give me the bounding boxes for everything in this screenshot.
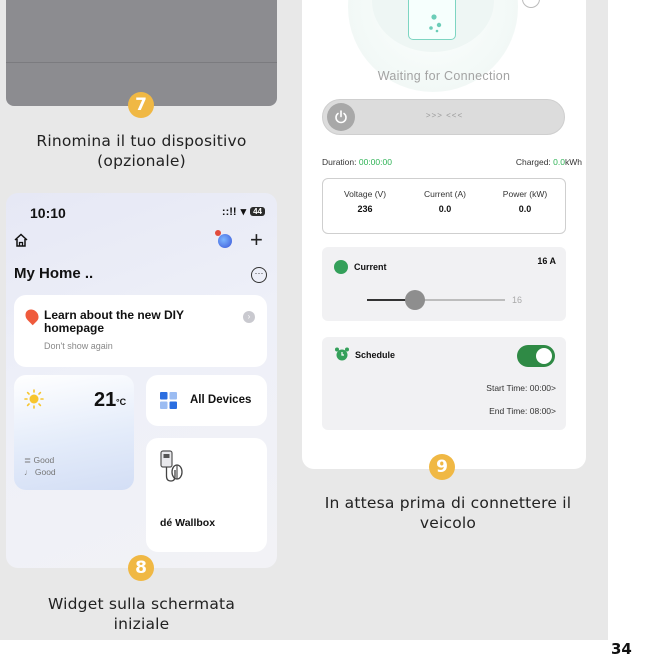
step-9-badge: 9: [429, 454, 455, 480]
battery-icon: 44: [250, 207, 265, 216]
step-8-caption: Widget sulla schermata iniziale: [47, 595, 236, 633]
step-7-badge: 7: [128, 92, 154, 118]
home-screen: 10:10 ::!! ▾ 44 + My Home .. ··· Learn a…: [6, 193, 277, 568]
air-quality: ≣ Good: [24, 455, 55, 465]
duration: Duration: 00:00:00: [322, 157, 392, 167]
status-time: 10:10: [30, 205, 66, 221]
more-options-icon[interactable]: ···: [251, 267, 267, 283]
metrics-panel: Voltage (V) 236 Current (A) 0.0 Power (k…: [322, 178, 566, 234]
current-icon: [334, 260, 348, 274]
power-label: Power (kW): [502, 189, 548, 199]
chevron-right-icon[interactable]: ›: [243, 311, 255, 323]
slide-to-start[interactable]: >>> <<<: [322, 99, 565, 135]
home-icon[interactable]: [14, 233, 28, 247]
voltage-value: 236: [357, 204, 373, 214]
current-metric: Current (A) 0.0: [405, 179, 485, 214]
wallbox-widget[interactable]: dé Wallbox: [146, 438, 267, 552]
signal-icon: ::!!: [221, 205, 237, 218]
current-slider-handle[interactable]: [405, 290, 426, 310]
lightbulb-icon: [22, 306, 42, 326]
charged-value: 0.0: [553, 157, 565, 167]
learn-card-title: Learn about the new DIY homepage: [44, 308, 184, 335]
weather-widget[interactable]: 21 °C ≣ Good ♩ Good: [14, 375, 134, 490]
add-icon[interactable]: +: [250, 227, 263, 253]
current-value: 0.0: [438, 204, 452, 214]
charged-label: Charged:: [515, 157, 554, 167]
home-title[interactable]: My Home ..: [14, 265, 93, 282]
schedule-panel: Schedule Start Time: 00:00> End Time: 08…: [322, 337, 566, 430]
dont-show-again-link[interactable]: Don't show again: [44, 341, 113, 351]
wallbox-label: dé Wallbox: [160, 517, 216, 529]
power-value: 0.0: [518, 204, 532, 214]
step-7-caption: Rinomina il tuo dispositivo (opzionale): [36, 132, 247, 170]
rename-device-screen: [6, 0, 277, 106]
step-9-caption: In attesa prima di connettere il veicolo: [324, 494, 572, 532]
current-label: Current (A): [423, 189, 467, 199]
learn-card[interactable]: Learn about the new DIY homepage Don't s…: [14, 295, 267, 367]
plug-icon: [429, 14, 442, 33]
start-time-setting[interactable]: Start Time: 00:00>: [486, 383, 556, 393]
grid-icon: [160, 392, 177, 409]
charged: Charged: 0.0kWh: [516, 157, 582, 167]
voltage-label: Voltage (V): [343, 189, 387, 199]
divider: [6, 62, 277, 63]
duration-value: 00:00:00: [358, 157, 392, 167]
all-devices-label: All Devices: [190, 394, 252, 406]
current-setting-panel: Current 16 A 16: [322, 247, 566, 321]
help-icon[interactable]: [522, 0, 540, 8]
charged-unit: kWh: [565, 157, 582, 167]
all-devices-widget[interactable]: All Devices: [146, 375, 267, 426]
schedule-toggle[interactable]: [517, 345, 555, 367]
current-slider-max: 16: [512, 295, 523, 305]
wifi-icon: ▾: [240, 206, 247, 218]
power-metric: Power (kW) 0.0: [485, 179, 565, 214]
status-icons: ::!! ▾ 44: [222, 205, 265, 218]
connection-status: Waiting for Connection: [377, 69, 511, 83]
temperature: 21: [94, 389, 117, 411]
slide-hint: >>> <<<: [425, 111, 464, 120]
temperature-unit: °C: [116, 397, 127, 407]
alarm-clock-icon: [335, 347, 349, 361]
humidity: ♩ Good: [24, 467, 56, 477]
page-number: 34: [611, 640, 632, 657]
end-time-setting[interactable]: End Time: 08:00>: [489, 406, 556, 416]
duration-label: Duration:: [322, 157, 359, 167]
charger-screen: Waiting for Connection >>> <<< Duration:…: [302, 0, 586, 469]
ev-charger-icon: [160, 450, 183, 482]
current-setting-value: 16 A: [537, 256, 556, 266]
assistant-icon[interactable]: [215, 230, 232, 248]
step-8-badge: 8: [128, 555, 154, 581]
schedule-title: Schedule: [355, 350, 396, 360]
current-title: Current: [354, 262, 387, 272]
sun-icon: [24, 389, 44, 409]
voltage-metric: Voltage (V) 236: [325, 179, 405, 214]
